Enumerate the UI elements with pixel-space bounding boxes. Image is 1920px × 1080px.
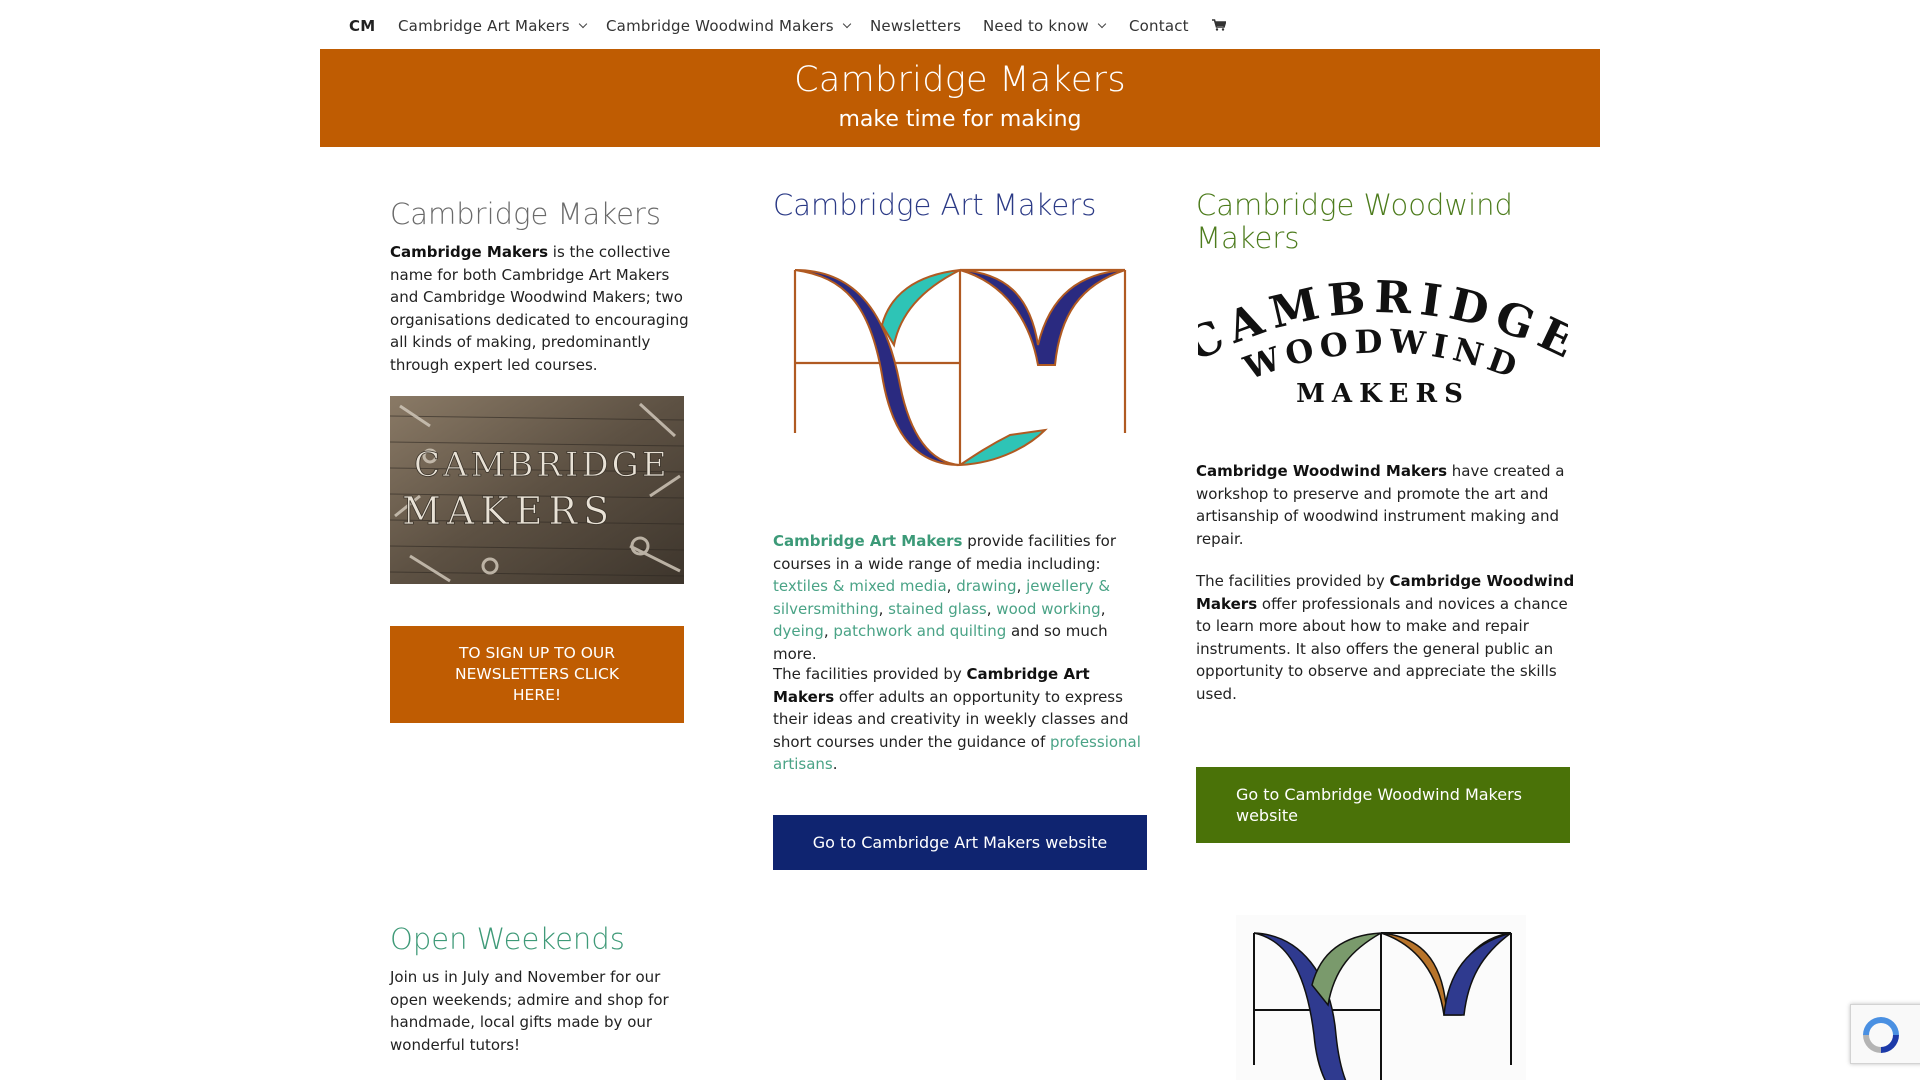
recaptcha-badge[interactable] [1850,1004,1920,1064]
newsletter-signup-button[interactable]: TO SIGN UP TO OUR NEWSLETTERS CLICK HERE… [390,626,684,723]
acm-logo-secondary [1236,915,1526,1080]
go-to-art-makers-button[interactable]: Go to Cambridge Art Makers website [773,815,1147,870]
site-title: Cambridge Makers [794,60,1126,100]
chevron-down-icon [842,19,851,29]
art-makers-facilities-text: The facilities provided by Cambridge Art… [773,663,1153,776]
photo-text-cambridge: CAMBRIDGE [414,445,670,485]
woodwind-makers-logo: CAMBRIDGE WOODWIND MAKERS [1198,280,1568,409]
go-to-woodwind-makers-button[interactable]: Go to Cambridge Woodwind Makers website [1196,767,1570,843]
art-makers-link[interactable]: Cambridge Art Makers [773,532,962,550]
link-patchwork[interactable]: patchwork and quilting [833,622,1006,640]
site-tagline: make time for making [838,107,1082,132]
cambridge-woodwind-makers-heading: Cambridge Woodwind Makers [1196,188,1513,255]
recaptcha-icon [1863,1017,1899,1053]
text: . [832,755,838,773]
logo-text-makers: MAKERS [1296,379,1470,409]
shopping-cart-icon[interactable] [1212,19,1226,31]
cambridge-makers-intro: Cambridge Makers is the collective name … [390,241,690,376]
nav-item-label: Cambridge Art Makers [398,17,570,35]
text: The facilities provided by [773,665,967,683]
art-makers-description: Cambridge Art Makers provide facilities … [773,532,1117,663]
cambridge-art-makers-heading: Cambridge Art Makers [773,188,1097,222]
nav-brand-link[interactable]: CM [349,17,375,35]
photo-text-makers: MAKERS [402,489,615,533]
nav-item-need-to-know[interactable]: Need to know [983,17,1107,35]
text: The facilities provided by [1196,572,1390,590]
intro-bold: Cambridge Makers [390,243,549,261]
link-textiles[interactable]: textiles & mixed media [773,577,947,595]
woodwind-makers-description: Cambridge Woodwind Makers have created a… [1196,460,1576,550]
chevron-down-icon [1097,19,1107,29]
nav-item-label: Cambridge Woodwind Makers [606,17,834,35]
cambridge-makers-heading: Cambridge Makers [390,197,661,231]
workshop-tools-photo: CAMBRIDGE MAKERS [390,396,684,584]
acm-logo [793,268,1127,467]
open-weekends-heading: Open Weekends [390,922,625,956]
link-dyeing[interactable]: dyeing [773,622,824,640]
chevron-down-icon [578,19,587,29]
open-weekends-text: Join us in July and November for our ope… [390,968,669,1054]
woodwind-facilities-text: The facilities provided by Cambridge Woo… [1196,570,1576,705]
bold-text: Cambridge Woodwind Makers [1196,462,1448,480]
link-wood-working[interactable]: wood working [996,600,1100,618]
link-drawing[interactable]: drawing [956,577,1016,595]
header-banner: Cambridge Makers make time for making [320,49,1600,147]
nav-item-newsletters[interactable]: Newsletters [870,17,961,35]
nav-item-label: Need to know [983,17,1089,35]
nav-item-cambridge-art-makers[interactable]: Cambridge Art Makers [398,17,587,35]
nav-item-contact[interactable]: Contact [1129,17,1189,35]
nav-item-cambridge-woodwind-makers[interactable]: Cambridge Woodwind Makers [606,17,851,35]
nav-item-label: Newsletters [870,17,962,35]
top-navigation: CM Cambridge Art Makers Cambridge Woodwi… [0,0,1920,49]
intro-text: is the collective name for both Cambridg… [390,243,689,374]
nav-item-label: Contact [1129,17,1189,35]
link-stained-glass[interactable]: stained glass [888,600,987,618]
